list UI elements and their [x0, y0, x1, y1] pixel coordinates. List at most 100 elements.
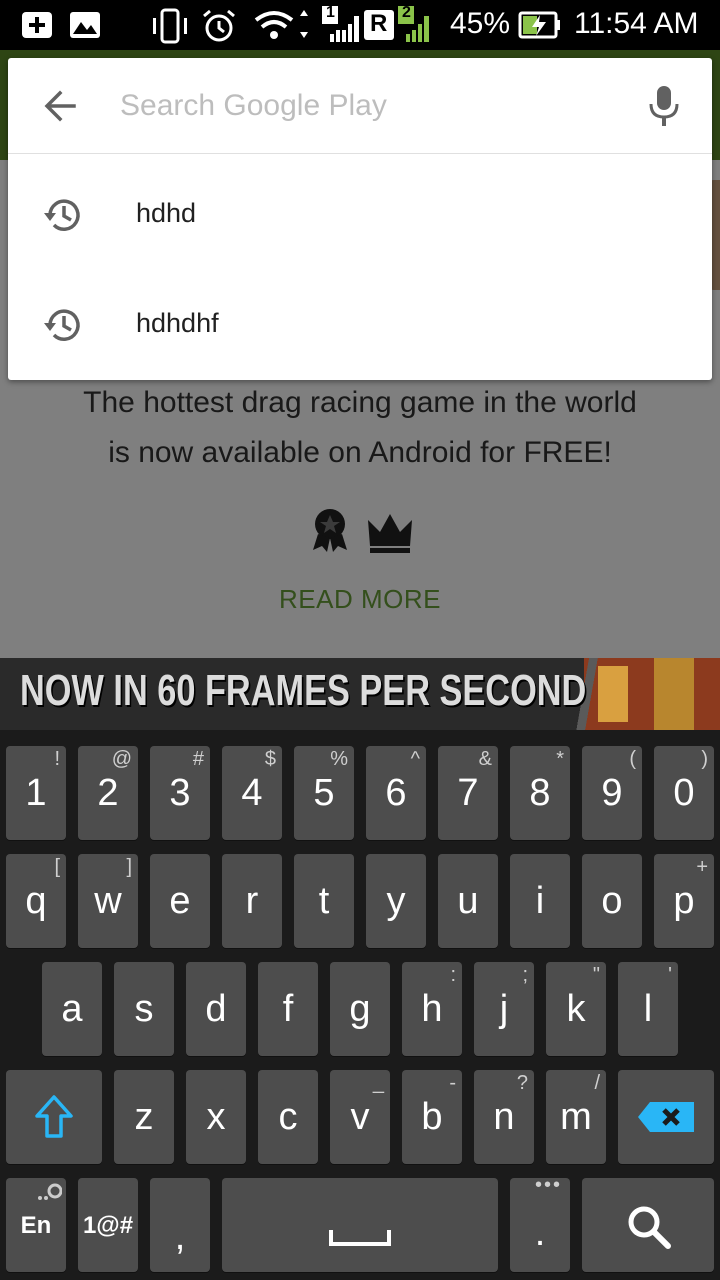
key-hint: &: [478, 748, 492, 770]
status-bar: 1 R 2 45% 11:54 AM: [0, 0, 720, 50]
key-label: 3: [169, 772, 191, 814]
wifi-icon: [254, 10, 308, 39]
key-7[interactable]: 7 &: [438, 746, 498, 840]
photo-notification-icon: [70, 12, 100, 38]
suggestion-text: hdhd: [136, 198, 197, 228]
add-notification-icon: [22, 12, 52, 38]
search-input[interactable]: [120, 82, 620, 130]
key-q[interactable]: q[: [6, 854, 66, 948]
key-hint: #: [192, 748, 204, 770]
search-suggestion[interactable]: hdhd: [8, 158, 712, 270]
key-label: q: [25, 880, 47, 922]
space-key[interactable]: [222, 1178, 498, 1272]
key-label: 6: [385, 772, 407, 814]
key-hint: !: [54, 748, 60, 770]
battery-percent: 45%: [450, 7, 511, 40]
key-2[interactable]: 2 @: [78, 746, 138, 840]
promo-banner: NOW IN 60 FRAMES PER SECOND: [0, 658, 720, 730]
history-icon: [44, 309, 80, 341]
key-g[interactable]: g: [330, 962, 390, 1056]
key-label: w: [94, 880, 122, 922]
key-label: 5: [313, 772, 335, 814]
microphone-icon[interactable]: [644, 82, 684, 130]
key-label: v: [350, 1096, 370, 1138]
key-p[interactable]: p +: [654, 854, 714, 948]
key-l[interactable]: l ': [618, 962, 678, 1056]
key-y[interactable]: y: [366, 854, 426, 948]
key-4[interactable]: 4 $: [222, 746, 282, 840]
key-8[interactable]: 8 *: [510, 746, 570, 840]
period-key[interactable]: . •••: [510, 1174, 570, 1272]
key-d[interactable]: d: [186, 962, 246, 1056]
key-label: 9: [601, 772, 623, 814]
key-x[interactable]: x: [186, 1070, 246, 1164]
key-w[interactable]: w]: [78, 854, 138, 948]
battery-charging-icon: [518, 11, 560, 39]
key-j[interactable]: j;: [474, 962, 534, 1056]
suggestion-text: hdhdhf: [136, 308, 219, 338]
search-suggestion[interactable]: hdhdhf: [8, 268, 712, 380]
key-label: n: [493, 1096, 515, 1138]
key-label: i: [535, 880, 545, 922]
history-icon: [44, 199, 80, 231]
key-f[interactable]: f: [258, 962, 318, 1056]
clock: 11:54 AM: [574, 7, 699, 40]
key-label: m: [560, 1096, 592, 1138]
key-n[interactable]: n?: [474, 1070, 534, 1164]
key-hint: -: [449, 1072, 456, 1094]
key-label: y: [386, 880, 406, 922]
key-label: o: [601, 880, 623, 922]
key-label: 0: [673, 772, 695, 814]
key-s[interactable]: s: [114, 962, 174, 1056]
key-hint: ]: [126, 856, 132, 878]
symbols-key[interactable]: 1@#: [78, 1178, 138, 1272]
shift-arrow-icon: [35, 1095, 73, 1138]
backspace-key[interactable]: [618, 1070, 714, 1164]
symbols-label: 1@#: [82, 1212, 134, 1239]
key-b[interactable]: b-: [402, 1070, 462, 1164]
key-label: e: [169, 880, 191, 922]
language-key[interactable]: En: [6, 1178, 66, 1272]
key-i[interactable]: i: [510, 854, 570, 948]
settings-gear-icon: [38, 1183, 62, 1200]
key-label: s: [134, 988, 154, 1030]
key-z[interactable]: z: [114, 1070, 174, 1164]
key-m[interactable]: m /: [546, 1070, 606, 1164]
roaming-label: R: [370, 10, 388, 37]
search-icon: [628, 1206, 671, 1249]
soft-keyboard: En 1@# , . ••• 1! 2 @3 #4 $5% 6 ^ 7 & 8 * 9(0) q[w] e…: [0, 730, 720, 1280]
shift-key[interactable]: [6, 1070, 102, 1164]
key-a[interactable]: a: [42, 962, 102, 1056]
key-3[interactable]: 3 #: [150, 746, 210, 840]
key-label: b: [421, 1096, 443, 1138]
key-c[interactable]: c: [258, 1070, 318, 1164]
key-9[interactable]: 9(: [582, 746, 642, 840]
search-bar: [8, 58, 712, 154]
key-label: g: [349, 988, 371, 1030]
key-h[interactable]: h:: [402, 962, 462, 1056]
key-u[interactable]: u: [438, 854, 498, 948]
key-e[interactable]: e: [150, 854, 210, 948]
comma-key[interactable]: ,: [150, 1178, 210, 1272]
key-k[interactable]: k ": [546, 962, 606, 1056]
backspace-icon: [638, 1102, 694, 1132]
key-r[interactable]: r: [222, 854, 282, 948]
key-0[interactable]: 0): [654, 746, 714, 840]
key-1[interactable]: 1!: [6, 746, 66, 840]
key-hint: ": [592, 964, 600, 986]
period-label: .: [534, 1212, 546, 1254]
key-hint: +: [696, 856, 708, 878]
key-hint: _: [372, 1072, 384, 1094]
key-label: f: [282, 988, 294, 1030]
key-6[interactable]: 6 ^: [366, 746, 426, 840]
language-label: En: [20, 1212, 52, 1239]
search-key[interactable]: [582, 1178, 714, 1272]
key-hint: (: [629, 748, 636, 770]
key-5[interactable]: 5%: [294, 746, 354, 840]
back-arrow-icon[interactable]: [38, 84, 82, 128]
key-t[interactable]: t: [294, 854, 354, 948]
key-o[interactable]: o: [582, 854, 642, 948]
key-v[interactable]: v _: [330, 1070, 390, 1164]
key-label: x: [206, 1096, 226, 1138]
key-label: c: [278, 1096, 298, 1138]
